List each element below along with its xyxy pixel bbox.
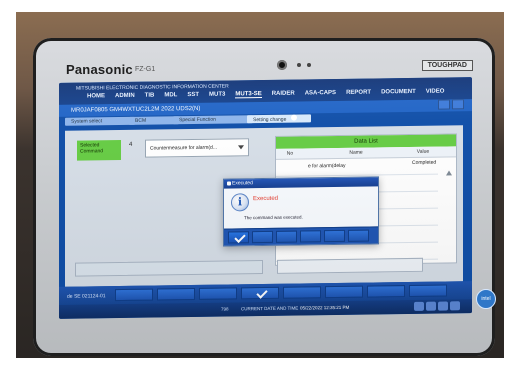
header-value: Value [416, 148, 430, 155]
nav-home[interactable]: HOME [87, 93, 105, 100]
left-footer-pane [75, 260, 263, 277]
tab-special-function[interactable]: Special Function [173, 115, 253, 125]
nav-raider[interactable]: RAIDER [272, 91, 295, 98]
command-input-value: Countermeasure for alarm(d... [150, 144, 217, 152]
toolbar-button-5[interactable] [283, 286, 321, 299]
window-controls [438, 99, 464, 110]
toolbar-button-4[interactable] [241, 286, 279, 300]
system-tray [414, 301, 460, 311]
photo-frame: Panasonic FZ-G1 TOUGHPAD MITSUBISHI ELEC… [0, 0, 522, 368]
brand-logo: Panasonic [66, 62, 133, 77]
executed-dialog: Executed i Executed The command was exec… [223, 176, 379, 247]
toolbar-button-1[interactable] [115, 288, 153, 302]
dialog-title: Executed [224, 177, 378, 189]
toolbar-button-6[interactable] [325, 285, 363, 299]
check-icon [256, 287, 268, 299]
close-icon[interactable] [290, 114, 297, 121]
datetime-value: 05/22/2022 12:35:21 PM [300, 304, 350, 311]
dialog-button-5[interactable] [324, 229, 345, 243]
back-arrow-icon[interactable] [438, 99, 450, 110]
tab-bcm[interactable]: BCM [129, 116, 179, 125]
dialog-button-3[interactable] [276, 230, 297, 243]
nav-mut3[interactable]: MUT3 [209, 92, 225, 99]
status-number: 798 [221, 306, 229, 312]
scroll-up-icon[interactable] [446, 170, 452, 176]
dialog-message: The command was executed. [244, 214, 303, 221]
dialog-button-4[interactable] [300, 230, 321, 243]
header-name: Name [349, 149, 363, 156]
toolbar-button-8[interactable] [409, 284, 447, 297]
photo: Panasonic FZ-G1 TOUGHPAD MITSUBISHI ELEC… [16, 12, 504, 358]
tab-system-select[interactable]: System select [65, 116, 135, 126]
toolbar-button-2[interactable] [157, 287, 195, 301]
model-label: FZ-G1 [135, 66, 156, 73]
row-name: e for alarm(delay [308, 162, 346, 170]
camera-dot-icon-2 [307, 63, 311, 67]
toolbar-button-3[interactable] [199, 287, 237, 300]
dialog-button-bar [224, 226, 378, 246]
tab-setting-change[interactable]: Setting change [247, 114, 311, 124]
dialog-heading: Executed [253, 195, 279, 203]
selected-command-label: Selected Command [77, 140, 121, 161]
folder-icon[interactable] [438, 301, 448, 311]
command-counter: 4 [129, 141, 133, 148]
nav-report[interactable]: REPORT [346, 90, 371, 97]
intel-sticker: intel [476, 289, 496, 309]
email-icon[interactable] [450, 301, 460, 311]
right-footer-pane [277, 257, 423, 274]
header-no: No [286, 150, 294, 157]
help-icon[interactable] [414, 301, 424, 311]
datetime-label: CURRENT DATE AND TIME [241, 305, 299, 312]
nav-sst[interactable]: SST [187, 92, 199, 99]
vin-text: MR0JAF0805 GM4WXTUC2L2M 2022 UDS2(N) [71, 105, 201, 114]
dialog-title-text: Executed [232, 180, 253, 187]
nav-document[interactable]: DOCUMENT [381, 89, 416, 96]
footer-id: de SE 021124-01 [67, 293, 106, 300]
nav-admin[interactable]: ADMIN [115, 93, 135, 100]
check-icon [234, 231, 246, 244]
toolbar-button-7[interactable] [367, 285, 405, 298]
nav-mut3-se[interactable]: MUT3-SE [235, 91, 262, 99]
forward-arrow-icon[interactable] [452, 99, 464, 110]
camera-dot-icon [297, 63, 301, 67]
camera-icon [277, 60, 287, 70]
app-title: MITSUBISHI ELECTRONIC DIAGNOSTIC INFORMA… [76, 83, 229, 92]
wifi-icon[interactable] [426, 301, 436, 311]
nav-asa-caps[interactable]: ASA-CAPS [305, 90, 336, 97]
window-icon [227, 181, 231, 186]
row-value: Completed [412, 159, 437, 166]
chevron-down-icon [238, 145, 244, 150]
info-icon: i [231, 193, 249, 212]
nav-mdl[interactable]: MDL [164, 92, 177, 99]
nav-video[interactable]: VIDEO [426, 89, 445, 96]
dialog-button-2[interactable] [252, 230, 273, 244]
tablet-body: Panasonic FZ-G1 TOUGHPAD MITSUBISHI ELEC… [33, 38, 495, 356]
tablet-screen: MITSUBISHI ELECTRONIC DIAGNOSTIC INFORMA… [59, 77, 472, 319]
tab-setting-change-label: Setting change [253, 116, 287, 124]
ok-button[interactable] [228, 231, 249, 244]
command-input[interactable]: Countermeasure for alarm(d... [145, 138, 249, 158]
toughpad-badge: TOUGHPAD [421, 60, 473, 71]
dialog-button-6[interactable] [348, 229, 369, 242]
nav-tib[interactable]: TIB [145, 93, 155, 100]
